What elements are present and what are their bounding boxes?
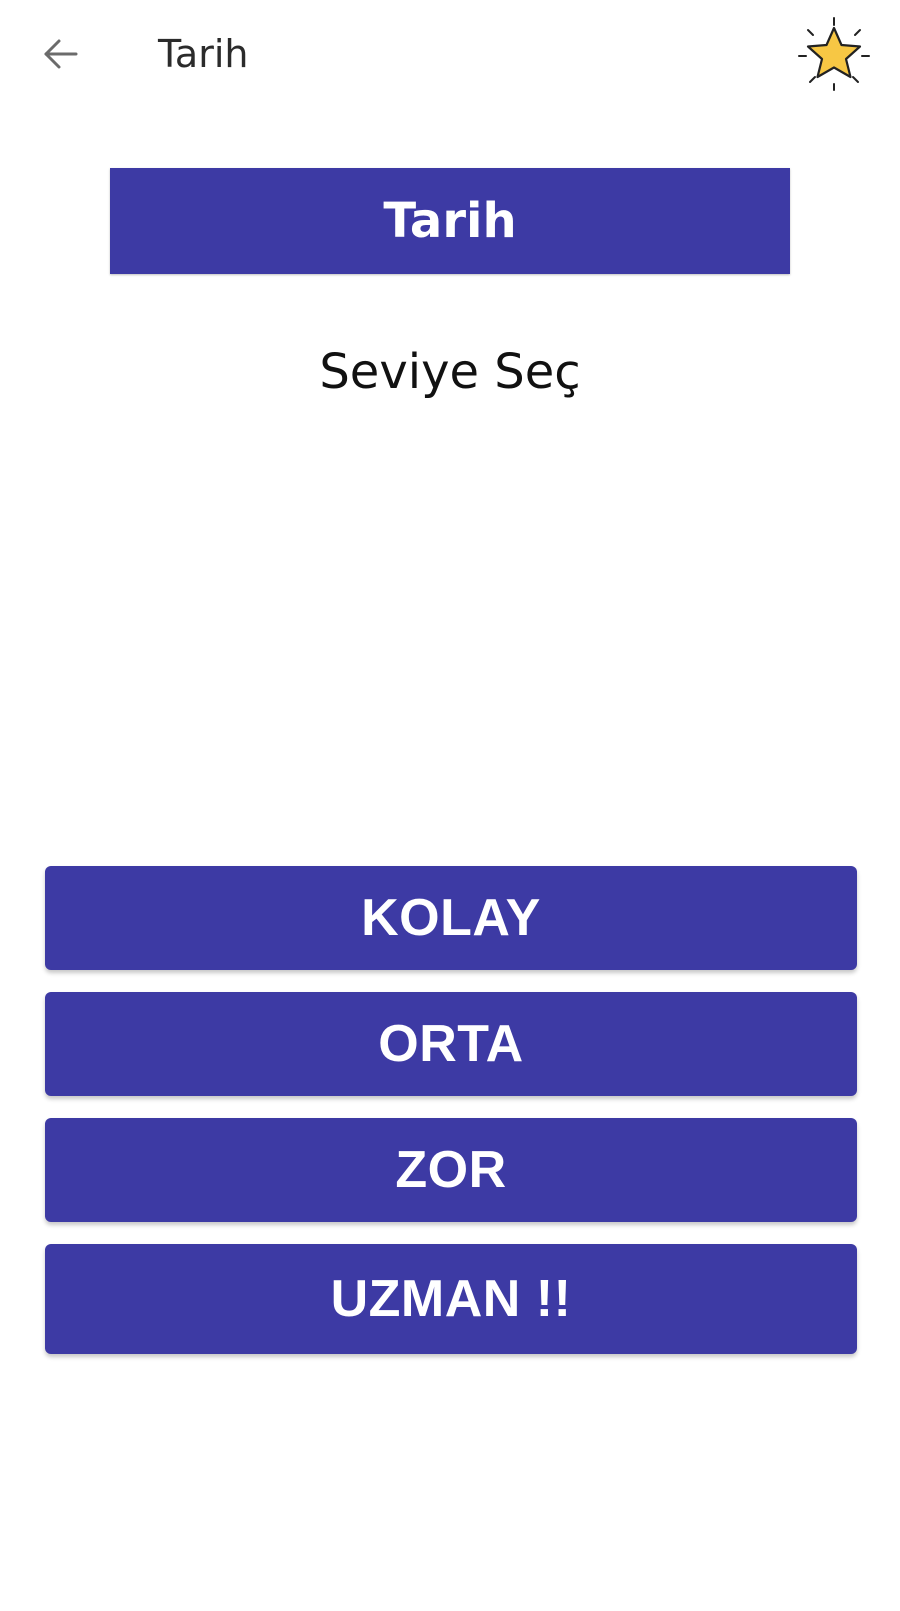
category-banner: Tarih bbox=[110, 168, 790, 274]
level-expert-label: UZMAN !! bbox=[330, 1270, 572, 1328]
level-easy-label: KOLAY bbox=[361, 889, 541, 947]
page-title: Tarih bbox=[158, 32, 249, 76]
star-icon bbox=[798, 17, 870, 91]
level-medium-button[interactable]: ORTA bbox=[45, 992, 857, 1096]
arrow-left-icon bbox=[44, 39, 78, 69]
favorite-button[interactable] bbox=[796, 16, 872, 92]
app-bar: Tarih bbox=[0, 0, 900, 108]
level-list: KOLAY ORTA ZOR UZMAN !! bbox=[45, 866, 857, 1376]
level-medium-label: ORTA bbox=[378, 1015, 524, 1073]
level-heading: Seviye Seç bbox=[319, 344, 581, 400]
back-button[interactable] bbox=[34, 28, 86, 80]
level-expert-button[interactable]: UZMAN !! bbox=[45, 1244, 857, 1354]
level-easy-button[interactable]: KOLAY bbox=[45, 866, 857, 970]
category-banner-label: Tarih bbox=[383, 193, 517, 249]
level-hard-button[interactable]: ZOR bbox=[45, 1118, 857, 1222]
level-hard-label: ZOR bbox=[395, 1141, 507, 1199]
